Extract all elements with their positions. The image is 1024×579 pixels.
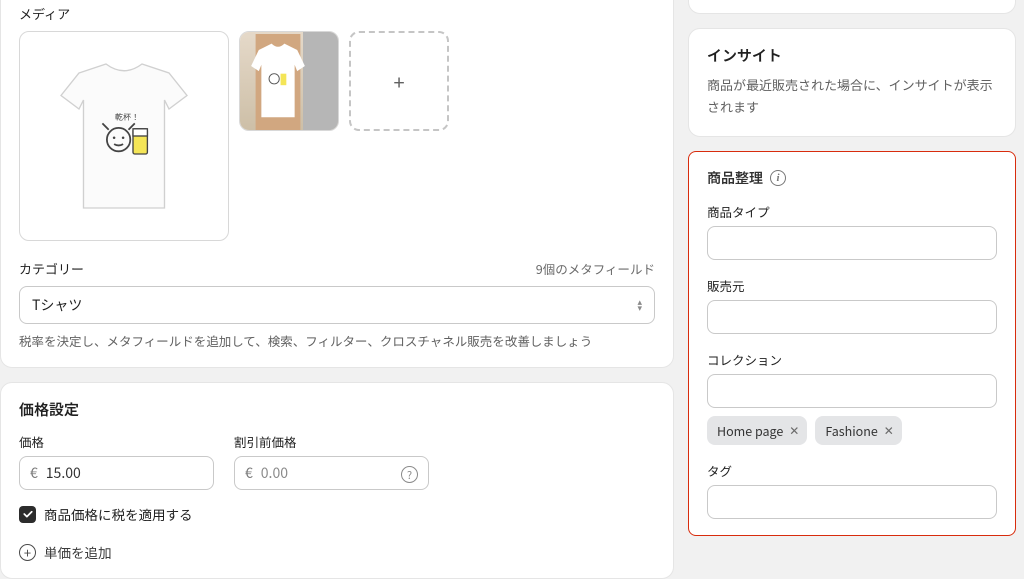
category-label: カテゴリー — [19, 259, 84, 278]
media-label: メディア — [19, 4, 655, 23]
insights-title: インサイト — [707, 45, 997, 66]
insights-body: 商品が最近販売された場合に、インサイトが表示されます — [707, 74, 997, 118]
compare-at-value: 0.00 — [261, 463, 393, 483]
vendor-label: 販売元 — [707, 276, 997, 295]
price-value: 15.00 — [46, 463, 203, 483]
plus-icon: + — [393, 67, 404, 96]
category-value: Tシャツ — [32, 295, 82, 315]
collections-tags: Home page ✕ Fashione ✕ — [707, 416, 997, 445]
collection-tag-label: Fashione — [825, 421, 877, 440]
vendor-input[interactable] — [707, 300, 997, 334]
collection-tag-label: Home page — [717, 421, 783, 440]
pricing-title: 価格設定 — [19, 399, 655, 420]
add-unit-label: 単価を追加 — [44, 542, 112, 562]
price-input[interactable]: € 15.00 — [19, 456, 214, 490]
compare-at-label: 割引前価格 — [234, 432, 429, 451]
currency-symbol: € — [30, 463, 38, 483]
collections-label: コレクション — [707, 350, 997, 369]
organization-title-text: 商品整理 — [707, 168, 763, 188]
help-icon[interactable]: ? — [401, 463, 418, 484]
tags-input[interactable] — [707, 485, 997, 519]
category-help: 税率を決定し、メタフィールドを追加して、検索、フィルター、クロスチャネル販売を改… — [19, 332, 655, 351]
chevron-updown-icon: ▴▾ — [637, 299, 642, 311]
insights-card: インサイト 商品が最近販売された場合に、インサイトが表示されます — [688, 28, 1016, 137]
product-type-input[interactable] — [707, 226, 997, 260]
collection-tag[interactable]: Fashione ✕ — [815, 416, 902, 445]
collections-input[interactable] — [707, 374, 997, 408]
category-select[interactable]: Tシャツ ▴▾ — [19, 286, 655, 324]
organization-card: 商品整理 i 商品タイプ 販売元 コレクション Home page ✕ — [688, 151, 1016, 536]
tax-checkbox[interactable] — [19, 506, 36, 523]
media-thumbnail-secondary[interactable] — [239, 31, 339, 131]
plus-circle-icon: + — [19, 544, 36, 561]
product-type-label: 商品タイプ — [707, 202, 997, 221]
pricing-card: 価格設定 価格 € 15.00 割引前価格 € 0.00 ? — [0, 382, 674, 579]
svg-text:乾杯！: 乾杯！ — [115, 112, 139, 123]
organization-title: 商品整理 i — [707, 168, 997, 188]
info-icon[interactable]: i — [770, 170, 786, 186]
currency-symbol: € — [245, 463, 253, 483]
remove-tag-icon[interactable]: ✕ — [789, 422, 799, 439]
media-thumbnail-main[interactable]: 乾杯！ — [19, 31, 229, 241]
collection-tag[interactable]: Home page ✕ — [707, 416, 807, 445]
compare-at-input[interactable]: € 0.00 ? — [234, 456, 429, 491]
media-add-tile[interactable]: + — [349, 31, 449, 131]
media-card: メディア 乾杯！ — [0, 0, 674, 368]
media-row: 乾杯！ + — [19, 31, 655, 241]
tax-checkbox-label: 商品価格に税を適用する — [44, 504, 193, 524]
previous-card-edge — [688, 0, 1016, 14]
add-unit-price-button[interactable]: + 単価を追加 — [19, 542, 655, 562]
metafields-link[interactable]: 9個のメタフィールド — [536, 259, 655, 278]
remove-tag-icon[interactable]: ✕ — [884, 422, 894, 439]
price-label: 価格 — [19, 432, 214, 451]
tags-label: タグ — [707, 461, 997, 480]
